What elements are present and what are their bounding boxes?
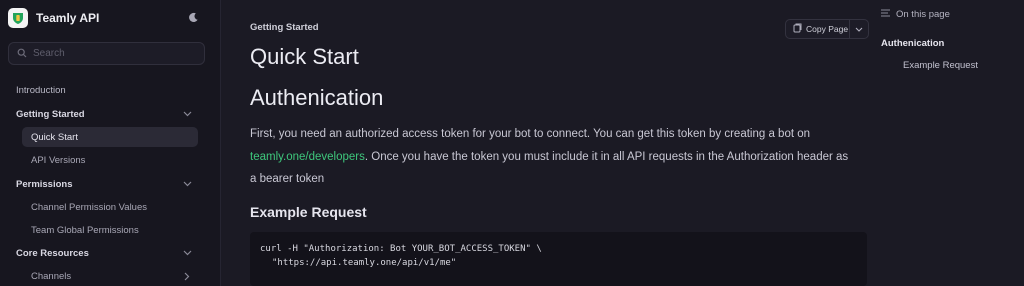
nav-item-team-global-permissions[interactable]: Team Global Permissions [22, 220, 198, 240]
intro-paragraph: First, you need an authorized access tok… [250, 123, 850, 191]
nav-label: Channel Permission Values [31, 201, 147, 213]
search-icon [17, 45, 27, 63]
nav-item-api-versions[interactable]: API Versions [22, 150, 198, 170]
list-icon [881, 9, 890, 20]
example-request-title: Example Request [250, 204, 367, 220]
nav-permissions[interactable]: Permissions [16, 174, 192, 194]
nav-label: API Versions [31, 154, 86, 166]
nav-label: Introduction [16, 84, 66, 96]
teamly-logo-icon [8, 8, 28, 28]
code-line: curl -H "Authorization: Bot YOUR_BOT_ACC… [260, 244, 542, 254]
nav-label: Core Resources [16, 247, 89, 259]
app-name: Teamly API [36, 11, 100, 25]
code-line: "https://api.teamly.one/api/v1/me" [272, 258, 457, 268]
chevron-down-icon [183, 181, 192, 187]
nav-label: Quick Start [31, 131, 78, 143]
chevron-right-icon [184, 272, 190, 281]
nav-core-resources[interactable]: Core Resources [16, 243, 192, 263]
toc-item-example-request[interactable]: Example Request [903, 60, 978, 71]
moon-icon[interactable] [186, 10, 200, 24]
chevron-down-icon [855, 24, 863, 34]
nav-getting-started[interactable]: Getting Started [16, 104, 192, 124]
chevron-down-icon [183, 111, 192, 117]
nav-label: Permissions [16, 178, 73, 190]
copy-page-button[interactable]: Copy Page [785, 19, 869, 39]
copy-options-dropdown[interactable] [850, 20, 868, 38]
search-input[interactable] [33, 48, 193, 59]
nav-item-quick-start[interactable]: Quick Start [22, 127, 198, 147]
search-box[interactable] [8, 42, 205, 65]
brand[interactable]: Teamly API [8, 7, 99, 29]
copy-page-main[interactable]: Copy Page [786, 20, 850, 38]
copy-icon [793, 23, 802, 35]
table-of-contents: On this page Authenication Example Reque… [881, 0, 1024, 286]
toc-heading-label: On this page [896, 9, 950, 20]
page-title: Quick Start [250, 44, 359, 69]
toc-heading: On this page [881, 9, 950, 20]
developers-link[interactable]: teamly.one/developers [250, 151, 365, 163]
nav-label: Channels [31, 270, 72, 282]
nav-item-channel-permission-values[interactable]: Channel Permission Values [22, 197, 198, 217]
code-block[interactable]: curl -H "Authorization: Bot YOUR_BOT_ACC… [250, 232, 867, 286]
paragraph-text-start: First, you need an authorized access tok… [250, 128, 811, 140]
sidebar: Teamly API Introduction Getting Started … [0, 0, 221, 286]
nav-label: Getting Started [16, 108, 85, 120]
chevron-down-icon [183, 250, 192, 256]
toc-item-authenication[interactable]: Authenication [881, 38, 944, 49]
section-title: Authenication [250, 85, 384, 110]
main-content: Getting Started Copy Page Quick Start Au… [250, 0, 870, 286]
nav-introduction[interactable]: Introduction [16, 80, 192, 100]
nav-label: Team Global Permissions [31, 224, 139, 236]
breadcrumb[interactable]: Getting Started [250, 22, 319, 33]
nav-item-channels[interactable]: Channels [22, 266, 198, 286]
copy-page-label: Copy Page [806, 24, 849, 34]
